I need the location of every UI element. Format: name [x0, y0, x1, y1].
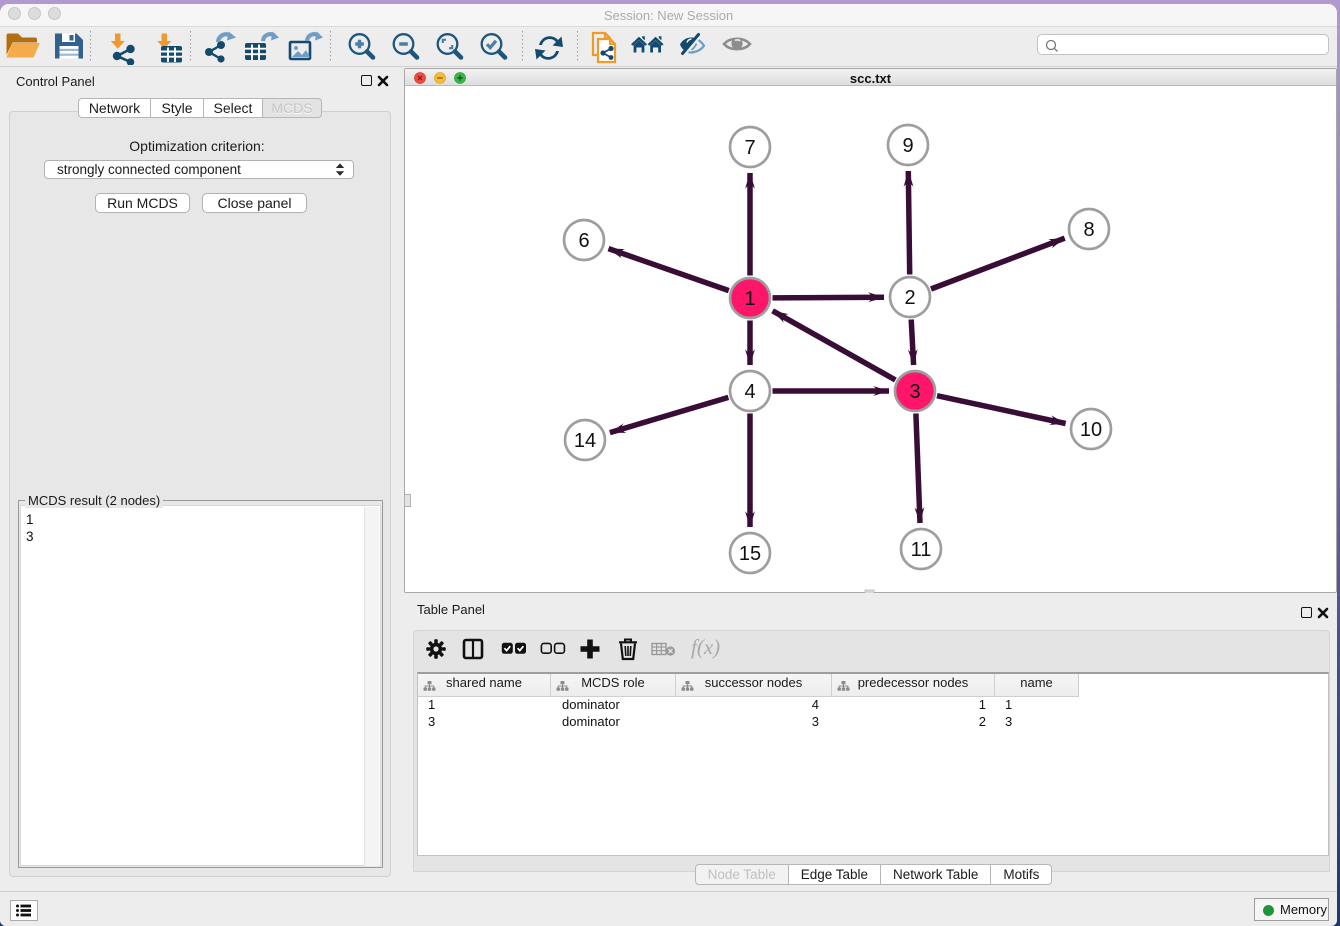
svg-text:3: 3 — [909, 381, 920, 403]
svg-text:7: 7 — [744, 137, 755, 159]
svg-text:10: 10 — [1080, 419, 1102, 441]
svg-text:11: 11 — [911, 539, 932, 561]
svg-text:14: 14 — [574, 430, 596, 452]
svg-text:9: 9 — [902, 135, 913, 157]
svg-text:6: 6 — [578, 230, 589, 252]
svg-text:4: 4 — [744, 381, 755, 403]
svg-text:8: 8 — [1083, 219, 1094, 241]
svg-text:1: 1 — [744, 288, 755, 310]
svg-text:2: 2 — [904, 287, 915, 309]
svg-text:15: 15 — [739, 543, 761, 565]
